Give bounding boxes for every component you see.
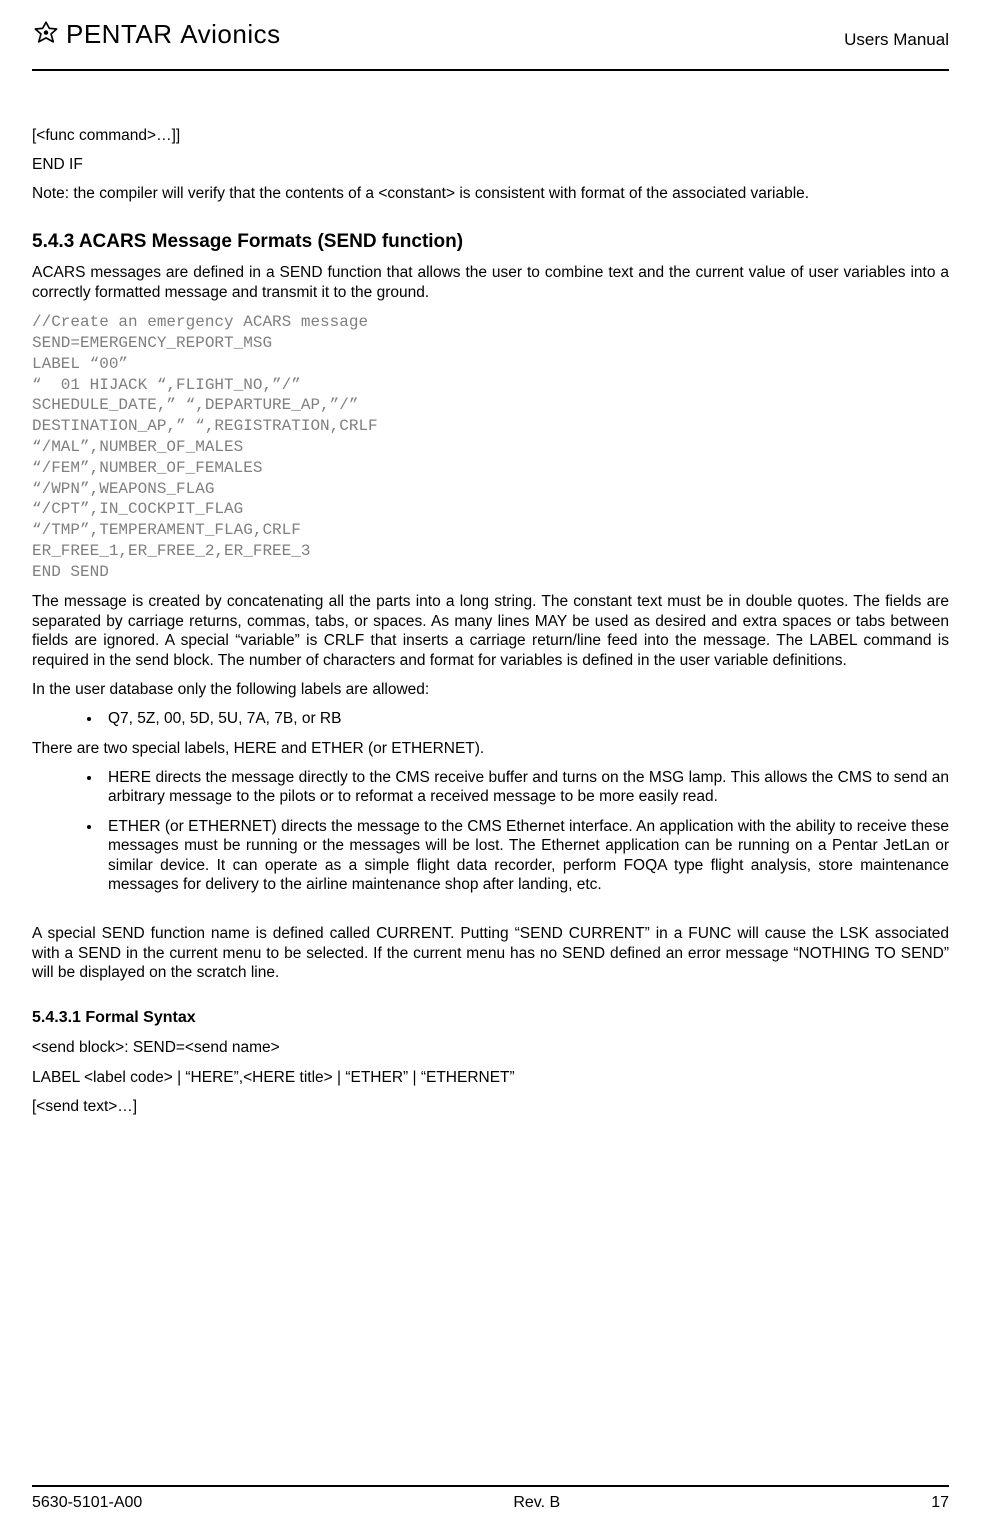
syntax-line-2: LABEL <label code> | “HERE”,<HERE title>… [32, 1068, 949, 1087]
section-5431-heading: 5.4.3.1 Formal Syntax [32, 1008, 949, 1028]
footer-doc-number: 5630-5101-A00 [32, 1493, 142, 1513]
page-header: PENTAR Avionics Users Manual [32, 18, 949, 71]
brand-logo-icon [32, 20, 60, 48]
footer-revision: Rev. B [513, 1493, 560, 1513]
acars-code-block: //Create an emergency ACARS message SEND… [32, 312, 949, 582]
ether-bullet: ETHER (or ETHERNET) directs the message … [102, 817, 949, 895]
intro-line-1: [<func command>…]] [32, 126, 949, 145]
special-labels-list: HERE directs the message directly to the… [32, 768, 949, 894]
section-543-para2: The message is created by concatenating … [32, 592, 949, 670]
page-container: PENTAR Avionics Users Manual [<func comm… [0, 0, 981, 1525]
section-543-para1: ACARS messages are defined in a SEND fun… [32, 263, 949, 302]
section-543-para5: A special SEND function name is defined … [32, 924, 949, 982]
labels-list: Q7, 5Z, 00, 5D, 5U, 7A, 7B, or RB [32, 709, 949, 728]
intro-line-2: END IF [32, 155, 949, 174]
brand-text-main: PENTAR [66, 19, 173, 49]
syntax-line-3: [<send text>…] [32, 1097, 949, 1116]
section-543-para4: There are two special labels, HERE and E… [32, 739, 949, 758]
brand-name: PENTAR Avionics [66, 18, 281, 51]
brand: PENTAR Avionics [32, 18, 281, 51]
syntax-line-1: <send block>: SEND=<send name> [32, 1038, 949, 1057]
labels-bullet: Q7, 5Z, 00, 5D, 5U, 7A, 7B, or RB [102, 709, 949, 728]
doc-title: Users Manual [844, 29, 949, 50]
section-543-heading: 5.4.3 ACARS Message Formats (SEND functi… [32, 230, 949, 254]
intro-note: Note: the compiler will verify that the … [32, 184, 949, 203]
page-footer: 5630-5101-A00 Rev. B 17 [32, 1485, 949, 1513]
section-543-para3: In the user database only the following … [32, 680, 949, 699]
here-bullet: HERE directs the message directly to the… [102, 768, 949, 807]
footer-page-number: 17 [931, 1493, 949, 1513]
brand-text-suffix: Avionics [180, 19, 280, 49]
